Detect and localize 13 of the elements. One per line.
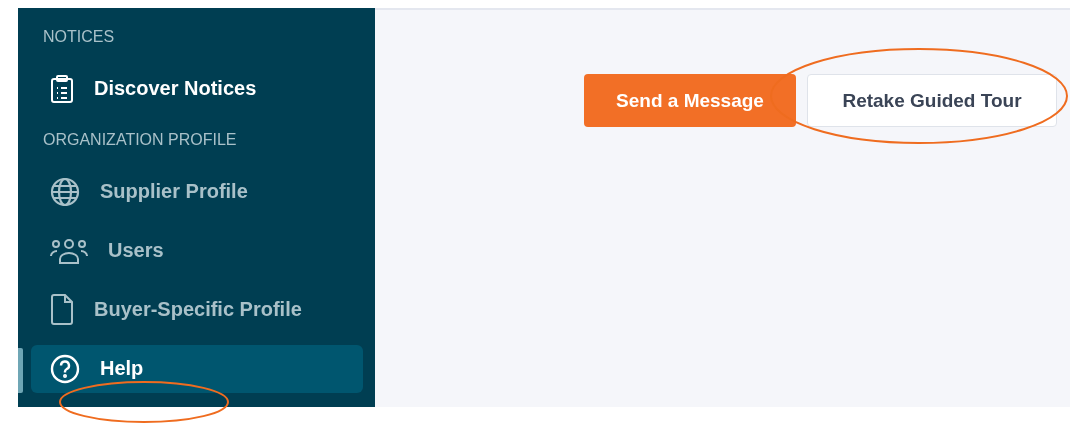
clipboard-icon <box>50 74 74 103</box>
sidebar-item[interactable]: Users <box>31 226 363 275</box>
section-label: ORGANIZATION PROFILE <box>43 130 237 150</box>
users-icon <box>50 237 88 264</box>
sidebar-item[interactable]: Supplier Profile <box>31 167 363 216</box>
guided-tour-button[interactable]: Retake Guided Tour <box>807 74 1057 127</box>
help-icon <box>50 353 80 384</box>
file-icon <box>50 294 74 325</box>
sidebar-item[interactable]: Buyer-Specific Profile <box>31 285 363 334</box>
sidebar-item[interactable]: Help <box>31 344 363 393</box>
globe-icon <box>50 176 80 207</box>
sidebar-item[interactable]: Discover Notices <box>31 64 363 113</box>
section-label: NOTICES <box>43 27 115 47</box>
